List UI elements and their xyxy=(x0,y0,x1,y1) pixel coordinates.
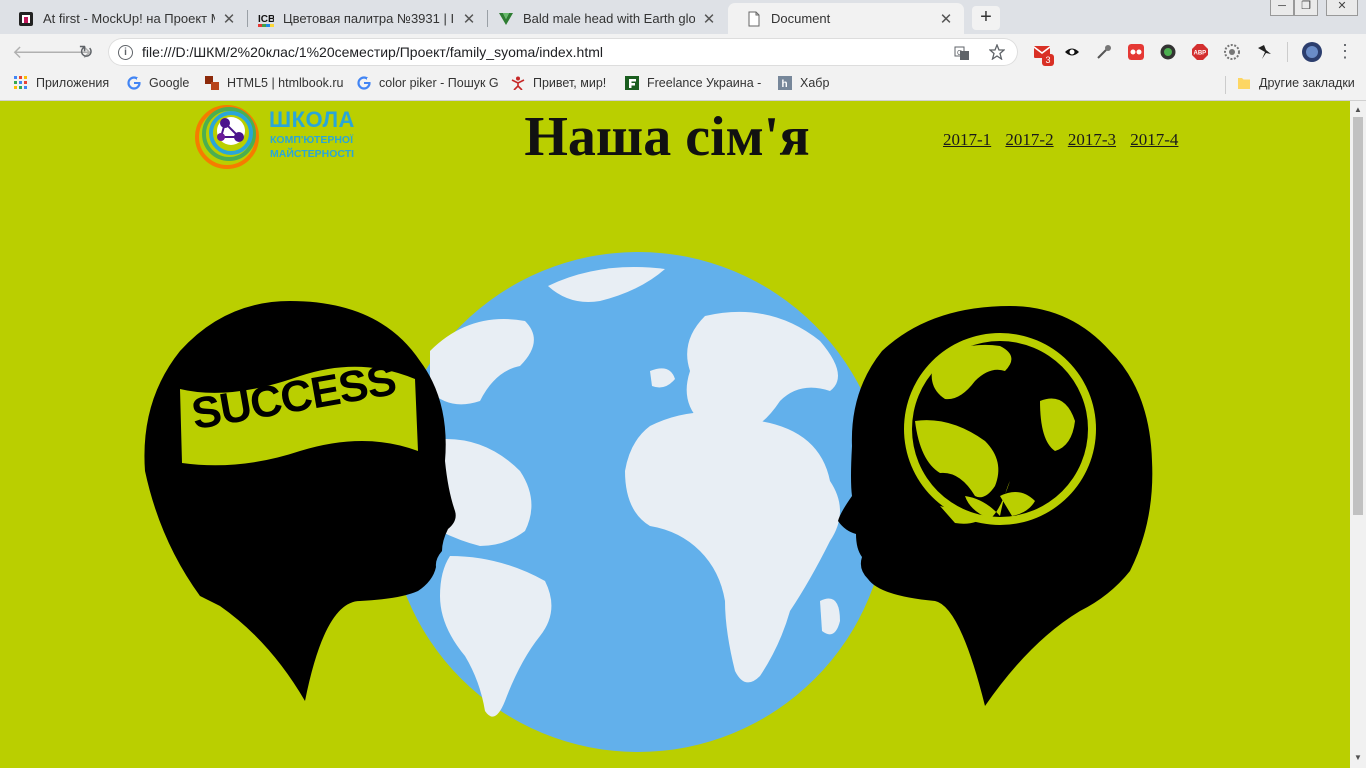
bookmark-label: HTML5 | htmlbook.ru xyxy=(227,76,344,90)
translate-icon[interactable]: G xyxy=(954,45,970,61)
bookmark-hello-world[interactable]: Привет, мир! xyxy=(511,76,606,90)
nav-link-2017-3[interactable]: 2017-3 xyxy=(1068,130,1116,149)
close-icon[interactable]: ✕ xyxy=(221,10,237,28)
color-wheel-icon[interactable] xyxy=(1160,44,1176,60)
nav-link-2017-2[interactable]: 2017-2 xyxy=(1005,130,1053,149)
figure-icon xyxy=(511,76,525,90)
bookmark-label: Google xyxy=(149,76,190,90)
minimize-button[interactable]: ─ xyxy=(1270,0,1294,16)
bookmark-star-icon[interactable] xyxy=(989,44,1005,60)
close-icon[interactable]: ✕ xyxy=(701,10,717,28)
tab-strip: At first - MockUp! на Проект Mo ✕ ICB Цв… xyxy=(0,0,1366,34)
scrollbar-thumb[interactable] xyxy=(1353,117,1363,515)
tab-favicon-vector xyxy=(499,12,513,25)
bookmark-habr[interactable]: h Хабр xyxy=(778,76,829,90)
window-close-button[interactable]: ✕ xyxy=(1326,0,1358,16)
tab-3[interactable]: Bald male head with Earth globe ✕ xyxy=(480,3,727,34)
bookmark-label: Привет, мир! xyxy=(533,76,607,90)
page-viewport: SUCCESS ШКОЛА КОМП'ЮТЕРНОЇ МАЙСТЕРНОСТІ … xyxy=(0,101,1350,768)
bookmark-label: color piker - Пошук G xyxy=(379,76,499,90)
tab-2[interactable]: ICB Цветовая палитра №3931 | IN C ✕ xyxy=(240,3,487,34)
habr-icon: h xyxy=(778,76,792,90)
tab-3-title: Bald male head with Earth globe xyxy=(523,11,695,26)
browser-toolbar: 🡐 🡒 ↻ i file:///D:/ШКМ/2%20клас/1%20семе… xyxy=(0,34,1366,70)
eye-icon[interactable] xyxy=(1064,44,1080,60)
google-icon xyxy=(127,76,141,90)
bookmark-htmlbook[interactable]: HTML5 | htmlbook.ru xyxy=(205,76,343,90)
menu-icon[interactable]: ⋮ xyxy=(1336,41,1354,62)
vertical-scrollbar[interactable]: ▲ ▼ xyxy=(1350,101,1366,768)
bookmark-apps[interactable]: Приложения xyxy=(14,76,109,90)
flickr-icon[interactable] xyxy=(1128,44,1144,60)
gmail-badge: 3 xyxy=(1042,54,1054,66)
freelance-icon xyxy=(625,76,639,90)
folder-icon xyxy=(1238,78,1250,89)
nav-link-2017-4[interactable]: 2017-4 xyxy=(1130,130,1178,149)
bookmark-label: Хабр xyxy=(800,76,830,90)
tab-4-active[interactable]: Document ✕ xyxy=(728,3,964,34)
google-icon xyxy=(357,76,371,90)
scroll-down-icon[interactable]: ▼ xyxy=(1354,753,1362,762)
scroll-up-icon[interactable]: ▲ xyxy=(1354,105,1362,114)
right-head-silhouette xyxy=(838,306,1153,706)
tab-favicon-mockup xyxy=(19,11,33,26)
bookmark-label: Freelance Украина - xyxy=(647,76,762,90)
reload-button[interactable]: ↻ xyxy=(76,42,96,62)
new-tab-button[interactable]: + xyxy=(972,6,1000,30)
bookmark-color-picker[interactable]: color piker - Пошук G xyxy=(357,76,499,90)
close-icon[interactable]: ✕ xyxy=(938,10,954,28)
earth-globe-image xyxy=(388,252,888,752)
nav-link-2017-1[interactable]: 2017-1 xyxy=(943,130,991,149)
close-icon[interactable]: ✕ xyxy=(461,10,477,28)
bookmark-google[interactable]: Google xyxy=(127,76,189,90)
avatar[interactable] xyxy=(1302,42,1322,62)
info-icon[interactable]: i xyxy=(118,45,133,60)
back-button[interactable]: 🡐 xyxy=(12,42,60,62)
document-icon xyxy=(748,11,760,26)
maximize-button[interactable]: ❐ xyxy=(1294,0,1318,16)
left-head-silhouette xyxy=(144,301,456,701)
tab-favicon-icb: ICB xyxy=(258,14,274,27)
tab-1[interactable]: At first - MockUp! на Проект Mo ✕ xyxy=(0,3,247,34)
adblock-icon[interactable]: ABP xyxy=(1192,44,1208,60)
year-nav: 2017-1 2017-2 2017-3 2017-4 xyxy=(943,130,1188,150)
bookmark-other[interactable]: Другие закладки xyxy=(1237,76,1355,90)
url-text: file:///D:/ШКМ/2%20клас/1%20семестир/Про… xyxy=(142,44,604,60)
bird-icon[interactable] xyxy=(1256,44,1272,60)
bookmark-freelance[interactable]: Freelance Украина - xyxy=(625,76,761,90)
address-bar[interactable]: i file:///D:/ШКМ/2%20клас/1%20семестир/П… xyxy=(108,38,1018,66)
forward-button[interactable]: 🡒 xyxy=(44,42,92,62)
bookmarks-bar: Приложения Google HTML5 | htmlbook.ru co… xyxy=(0,70,1366,101)
svg-text:G: G xyxy=(957,50,962,57)
apps-grid-icon xyxy=(14,76,27,89)
bookmark-label: Приложения xyxy=(36,76,110,90)
htmlbook-icon xyxy=(205,76,219,90)
svg-text:ICB: ICB xyxy=(258,14,274,25)
svg-text:ABP: ABP xyxy=(1194,51,1207,57)
svg-text:h: h xyxy=(782,79,788,90)
eyedropper-icon[interactable] xyxy=(1096,44,1112,60)
gear-icon[interactable] xyxy=(1224,44,1240,60)
tab-4-title: Document xyxy=(771,11,831,26)
tab-1-title: At first - MockUp! на Проект Mo xyxy=(43,11,215,26)
tab-2-title: Цветовая палитра №3931 | IN C xyxy=(283,11,455,26)
other-bookmarks-label: Другие закладки xyxy=(1259,76,1355,90)
